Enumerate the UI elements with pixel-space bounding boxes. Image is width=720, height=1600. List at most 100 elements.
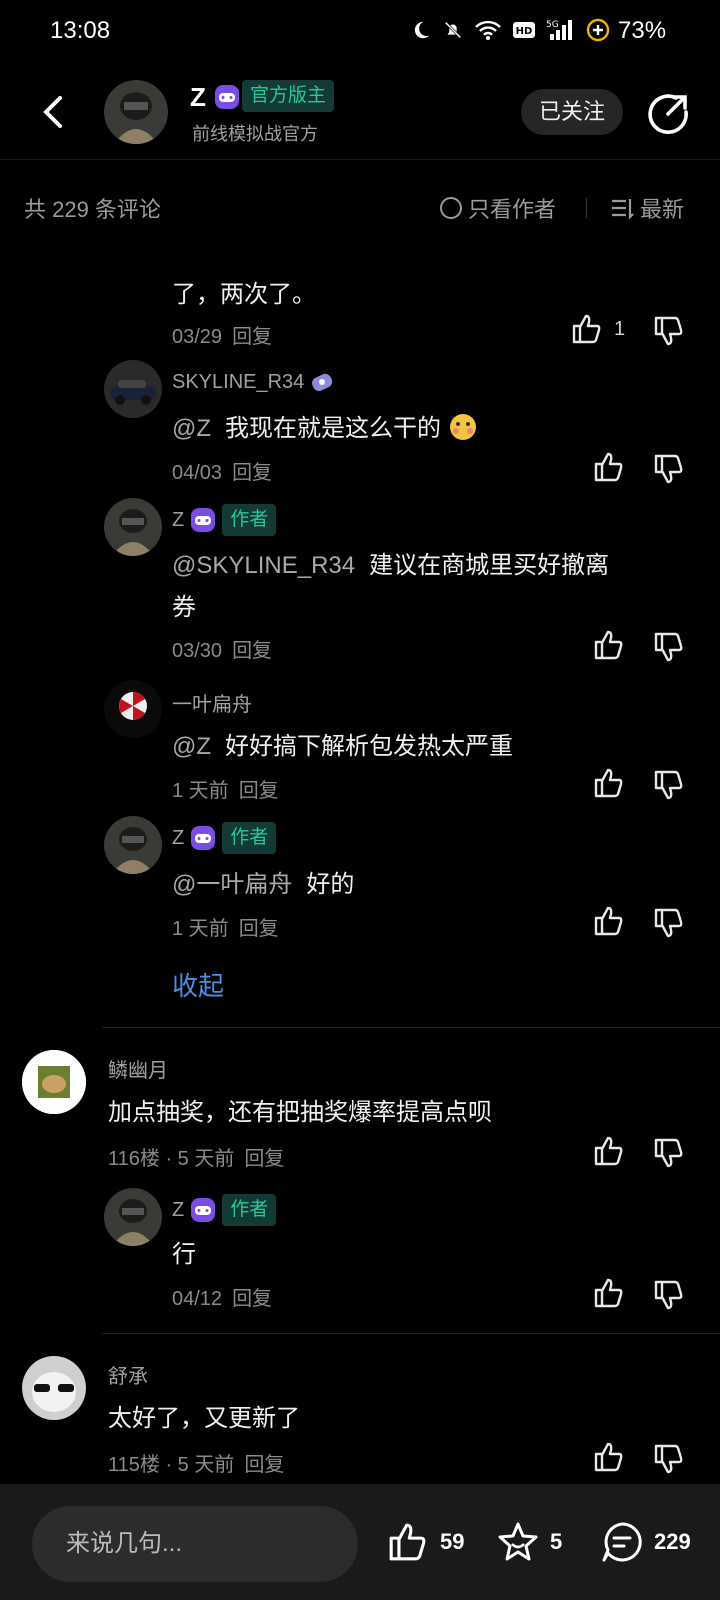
reply-text: @一叶扁舟 好的 [172, 871, 355, 898]
mention[interactable]: @SKYLINE_R34 [172, 552, 355, 579]
thumbs-down-icon[interactable] [652, 1136, 686, 1170]
like-count: 59 [440, 1529, 465, 1554]
avatar[interactable] [104, 498, 162, 556]
reply-username[interactable]: SKYLINE_R34 [172, 369, 336, 395]
thumbs-down-icon[interactable] [652, 630, 686, 664]
thumbs-up-icon[interactable] [592, 904, 626, 938]
comment-meta: 116楼 · 5 天前 回复 [108, 1148, 285, 1170]
thumbs-up-icon[interactable] [570, 312, 604, 346]
hd-icon: HD [513, 22, 535, 38]
rocket-badge-icon [312, 373, 333, 392]
reply-meta: 04/12 回复 [172, 1288, 273, 1310]
reply-button[interactable]: 回复 [232, 1288, 272, 1310]
reply-meta: 03/30 回复 [172, 640, 273, 662]
reply-username[interactable]: Z 作者 [172, 822, 277, 854]
follow-button[interactable]: 已关注 [521, 89, 623, 135]
battery-saver-icon [586, 18, 610, 42]
comment-bubble-icon [602, 1522, 642, 1562]
reply-username[interactable]: Z 作者 [172, 1194, 277, 1226]
thumbs-down-icon[interactable] [652, 1278, 686, 1312]
thumbs-up-icon[interactable] [592, 766, 626, 800]
comment-input[interactable]: 来说几句... [32, 1506, 358, 1582]
gamepad-badge-icon [191, 508, 216, 532]
comment-username[interactable]: 鳞幽月 [108, 1054, 168, 1083]
collapse-button[interactable]: 收起 [172, 966, 224, 1003]
like-post-button[interactable]: 59 [386, 1520, 464, 1564]
comment-username[interactable]: 舒承 [108, 1360, 148, 1389]
status-icons: HD 5G [410, 18, 610, 42]
thumbs-down-icon[interactable] [652, 452, 686, 486]
divider [102, 1027, 720, 1028]
svg-text:5G: 5G [546, 20, 559, 30]
back-arrow-icon[interactable] [38, 92, 68, 132]
like-count: 1 [614, 317, 626, 340]
author-tag: 作者 [222, 504, 277, 536]
radio-icon [440, 197, 462, 219]
share-icon[interactable] [646, 92, 690, 136]
comments-button[interactable]: 229 [600, 1520, 691, 1564]
avatar[interactable] [22, 1050, 86, 1114]
avatar[interactable] [104, 360, 162, 418]
comment-count: 229 [654, 1529, 691, 1554]
reply-button[interactable]: 回复 [232, 640, 272, 662]
mention[interactable]: @一叶扁舟 [172, 871, 292, 898]
wifi-icon [475, 20, 501, 40]
favorite-button[interactable]: 5 [496, 1520, 562, 1564]
post-header: Z 官方版主 前线模拟战官方 已关注 [0, 66, 720, 160]
reply-username[interactable]: 一叶扁舟 [172, 688, 252, 717]
reply-meta: 1 天前 回复 [172, 780, 279, 802]
comment-filter-bar: 共 229 条评论 只看作者 最新 [0, 178, 720, 238]
author-subtitle: 前线模拟战官方 [192, 124, 318, 144]
reply-button[interactable]: 回复 [244, 1148, 284, 1170]
reply-meta: 03/29 回复 [172, 320, 272, 349]
thumbs-up-icon[interactable] [592, 1276, 626, 1310]
reply-text: @Z 好好搞下解析包发热太严重 [172, 733, 514, 760]
reply-text: 了，两次了。 [172, 281, 316, 308]
thumbs-down-icon[interactable] [652, 768, 686, 802]
battery-percent: 73% [618, 17, 667, 44]
status-bar: 13:08 HD 5G 73% [0, 0, 720, 66]
reply-username[interactable]: Z 作者 [172, 504, 277, 536]
reply-text: @Z 我现在就是这么干的 [172, 408, 478, 450]
thumbs-up-icon[interactable] [592, 1134, 626, 1168]
signal-5g-icon: 5G [546, 20, 572, 40]
mention[interactable]: @Z [172, 415, 211, 442]
author-name[interactable]: Z [190, 82, 206, 113]
thumbs-up-icon[interactable] [592, 1440, 626, 1474]
like-group[interactable]: 1 [570, 312, 625, 346]
author-tag: 作者 [222, 1194, 277, 1226]
gamepad-badge-icon [191, 1198, 216, 1222]
moon-icon [414, 21, 430, 39]
avatar[interactable] [22, 1356, 86, 1420]
only-author-toggle[interactable]: 只看作者 [440, 192, 556, 224]
comment-text: 太好了，又更新了 [108, 1405, 300, 1432]
avatar[interactable] [104, 80, 168, 144]
reply-button[interactable]: 回复 [239, 918, 279, 940]
reply-date: 03/29 [172, 326, 223, 348]
avatar[interactable] [104, 1188, 162, 1246]
reply-text: 行 [172, 1241, 196, 1268]
reply-button[interactable]: 回复 [244, 1454, 284, 1476]
mention[interactable]: @Z [172, 733, 211, 760]
sort-icon [612, 199, 634, 219]
status-time: 13:08 [50, 17, 111, 44]
avatar[interactable] [104, 816, 162, 874]
sort-button[interactable]: 最新 [610, 192, 684, 224]
sort-label: 最新 [640, 197, 685, 222]
official-moderator-tag: 官方版主 [242, 80, 335, 112]
reply-meta: 1 天前 回复 [172, 918, 279, 940]
thumbs-down-icon[interactable] [652, 906, 686, 940]
gamepad-badge-icon [191, 826, 216, 850]
reply-button[interactable]: 回复 [232, 326, 272, 348]
reply-button[interactable]: 回复 [232, 462, 272, 484]
emoji-icon [449, 414, 476, 440]
thumbs-down-icon[interactable] [652, 1442, 686, 1476]
reply-meta: 04/03 回复 [172, 462, 273, 484]
thumbs-up-icon [389, 1523, 426, 1561]
gamepad-badge-icon [215, 85, 239, 109]
reply-button[interactable]: 回复 [239, 780, 279, 802]
avatar[interactable] [104, 680, 162, 738]
thumbs-down-icon[interactable] [652, 314, 686, 348]
thumbs-up-icon[interactable] [592, 628, 626, 662]
thumbs-up-icon[interactable] [592, 450, 626, 484]
